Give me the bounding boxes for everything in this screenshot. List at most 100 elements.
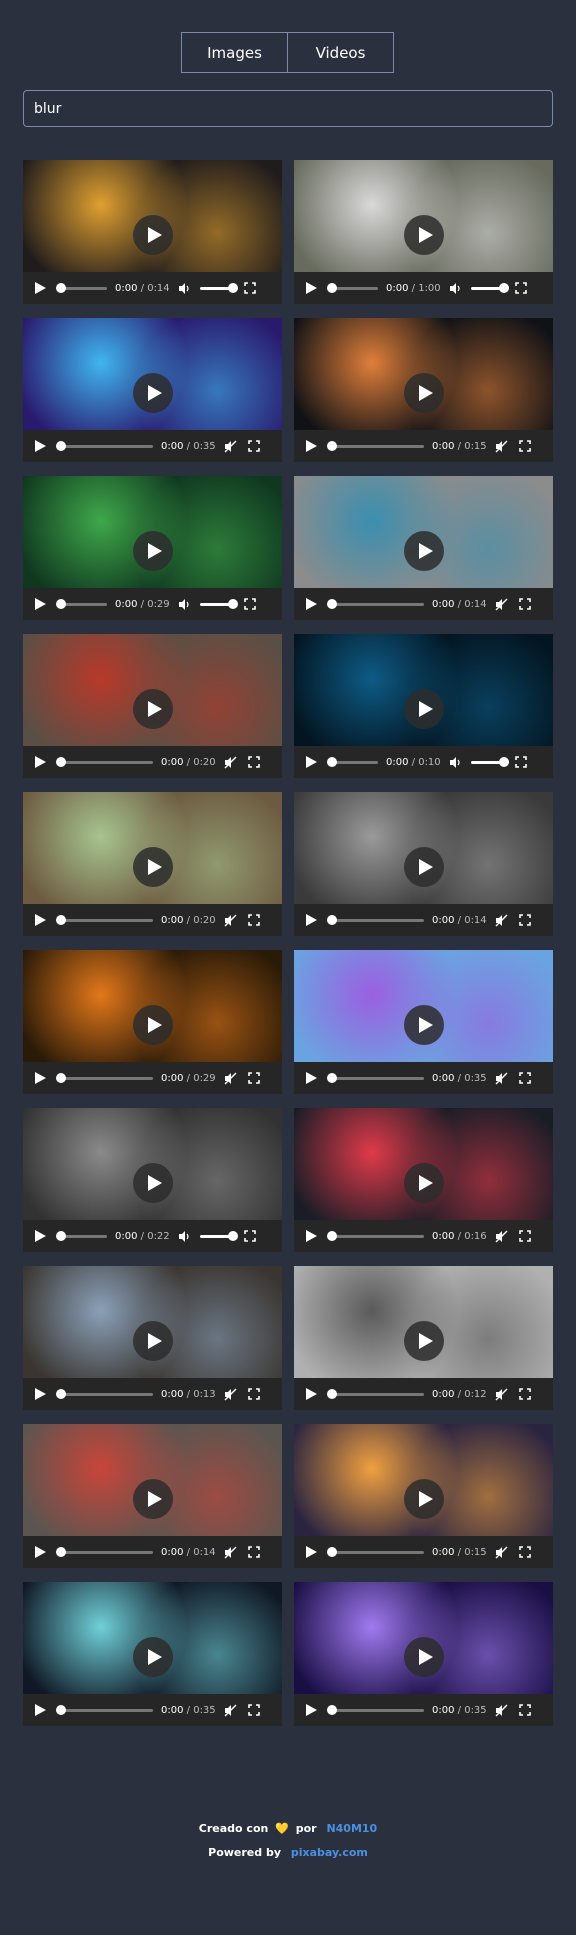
seek-bar[interactable] bbox=[56, 1546, 153, 1557]
seek-handle[interactable] bbox=[56, 1230, 66, 1241]
volume-slider[interactable] bbox=[199, 1230, 238, 1241]
seek-bar[interactable] bbox=[327, 914, 424, 925]
play-overlay-button[interactable] bbox=[133, 373, 173, 413]
fullscreen-icon[interactable] bbox=[518, 597, 533, 611]
seek-handle[interactable] bbox=[56, 1546, 66, 1557]
seek-handle[interactable] bbox=[327, 914, 337, 925]
seek-bar[interactable] bbox=[56, 440, 153, 451]
play-button[interactable] bbox=[35, 1545, 49, 1559]
play-overlay-button[interactable] bbox=[404, 1321, 444, 1361]
seek-bar[interactable] bbox=[56, 598, 107, 609]
seek-bar[interactable] bbox=[56, 914, 153, 925]
fullscreen-icon[interactable] bbox=[243, 597, 258, 611]
seek-bar[interactable] bbox=[56, 282, 107, 293]
seek-handle[interactable] bbox=[56, 914, 66, 925]
volume-icon[interactable] bbox=[178, 281, 192, 295]
play-overlay-button[interactable] bbox=[404, 1163, 444, 1203]
seek-handle[interactable] bbox=[56, 282, 66, 293]
play-button[interactable] bbox=[35, 281, 49, 295]
seek-bar[interactable] bbox=[327, 1388, 424, 1399]
play-button[interactable] bbox=[306, 1229, 320, 1243]
fullscreen-icon[interactable] bbox=[518, 1703, 533, 1717]
seek-handle[interactable] bbox=[327, 756, 337, 767]
muted-icon[interactable] bbox=[495, 439, 509, 453]
volume-slider[interactable] bbox=[199, 282, 238, 293]
seek-handle[interactable] bbox=[327, 598, 337, 609]
play-overlay-button[interactable] bbox=[133, 1637, 173, 1677]
fullscreen-icon[interactable] bbox=[518, 1229, 533, 1243]
play-button[interactable] bbox=[35, 913, 49, 927]
seek-bar[interactable] bbox=[327, 1546, 424, 1557]
volume-icon[interactable] bbox=[178, 1229, 192, 1243]
play-overlay-button[interactable] bbox=[133, 215, 173, 255]
seek-bar[interactable] bbox=[56, 1072, 153, 1083]
volume-handle[interactable] bbox=[227, 598, 238, 609]
fullscreen-icon[interactable] bbox=[518, 1387, 533, 1401]
play-overlay-button[interactable] bbox=[404, 1479, 444, 1519]
seek-handle[interactable] bbox=[327, 1704, 337, 1715]
seek-bar[interactable] bbox=[327, 756, 378, 767]
volume-slider[interactable] bbox=[199, 598, 238, 609]
volume-slider[interactable] bbox=[470, 756, 509, 767]
volume-icon[interactable] bbox=[178, 597, 192, 611]
play-button[interactable] bbox=[35, 1071, 49, 1085]
play-overlay-button[interactable] bbox=[133, 531, 173, 571]
volume-slider[interactable] bbox=[470, 282, 509, 293]
play-overlay-button[interactable] bbox=[133, 1005, 173, 1045]
play-overlay-button[interactable] bbox=[404, 373, 444, 413]
seek-handle[interactable] bbox=[56, 598, 66, 609]
muted-icon[interactable] bbox=[495, 1071, 509, 1085]
seek-handle[interactable] bbox=[327, 1072, 337, 1083]
fullscreen-icon[interactable] bbox=[518, 913, 533, 927]
muted-icon[interactable] bbox=[224, 1387, 238, 1401]
seek-handle[interactable] bbox=[327, 440, 337, 451]
seek-handle[interactable] bbox=[56, 1388, 66, 1399]
muted-icon[interactable] bbox=[224, 913, 238, 927]
fullscreen-icon[interactable] bbox=[247, 913, 262, 927]
fullscreen-icon[interactable] bbox=[514, 755, 529, 769]
fullscreen-icon[interactable] bbox=[247, 1387, 262, 1401]
volume-handle[interactable] bbox=[227, 282, 238, 293]
muted-icon[interactable] bbox=[224, 1703, 238, 1717]
fullscreen-icon[interactable] bbox=[247, 1545, 262, 1559]
volume-icon[interactable] bbox=[449, 281, 463, 295]
fullscreen-icon[interactable] bbox=[518, 1545, 533, 1559]
play-button[interactable] bbox=[35, 1703, 49, 1717]
muted-icon[interactable] bbox=[495, 1703, 509, 1717]
fullscreen-icon[interactable] bbox=[518, 439, 533, 453]
fullscreen-icon[interactable] bbox=[518, 1071, 533, 1085]
seek-bar[interactable] bbox=[327, 1072, 424, 1083]
seek-handle[interactable] bbox=[56, 1704, 66, 1715]
seek-handle[interactable] bbox=[327, 1388, 337, 1399]
play-overlay-button[interactable] bbox=[404, 215, 444, 255]
play-button[interactable] bbox=[306, 281, 320, 295]
play-overlay-button[interactable] bbox=[133, 1321, 173, 1361]
muted-icon[interactable] bbox=[495, 1545, 509, 1559]
seek-bar[interactable] bbox=[56, 1388, 153, 1399]
play-overlay-button[interactable] bbox=[404, 1005, 444, 1045]
play-button[interactable] bbox=[306, 597, 320, 611]
seek-bar[interactable] bbox=[327, 1704, 424, 1715]
play-button[interactable] bbox=[306, 1703, 320, 1717]
fullscreen-icon[interactable] bbox=[243, 281, 258, 295]
seek-bar[interactable] bbox=[327, 440, 424, 451]
pixabay-link[interactable]: pixabay.com bbox=[291, 1846, 368, 1859]
seek-bar[interactable] bbox=[56, 1230, 107, 1241]
play-button[interactable] bbox=[306, 1071, 320, 1085]
fullscreen-icon[interactable] bbox=[514, 281, 529, 295]
tab-images[interactable]: Images bbox=[182, 33, 287, 72]
play-overlay-button[interactable] bbox=[404, 1637, 444, 1677]
fullscreen-icon[interactable] bbox=[243, 1229, 258, 1243]
play-button[interactable] bbox=[306, 439, 320, 453]
muted-icon[interactable] bbox=[495, 913, 509, 927]
play-button[interactable] bbox=[306, 755, 320, 769]
play-overlay-button[interactable] bbox=[133, 847, 173, 887]
play-button[interactable] bbox=[35, 439, 49, 453]
play-button[interactable] bbox=[35, 1387, 49, 1401]
play-overlay-button[interactable] bbox=[133, 1163, 173, 1203]
fullscreen-icon[interactable] bbox=[247, 1703, 262, 1717]
play-overlay-button[interactable] bbox=[404, 531, 444, 571]
volume-handle[interactable] bbox=[498, 756, 509, 767]
seek-bar[interactable] bbox=[327, 282, 378, 293]
play-button[interactable] bbox=[306, 913, 320, 927]
